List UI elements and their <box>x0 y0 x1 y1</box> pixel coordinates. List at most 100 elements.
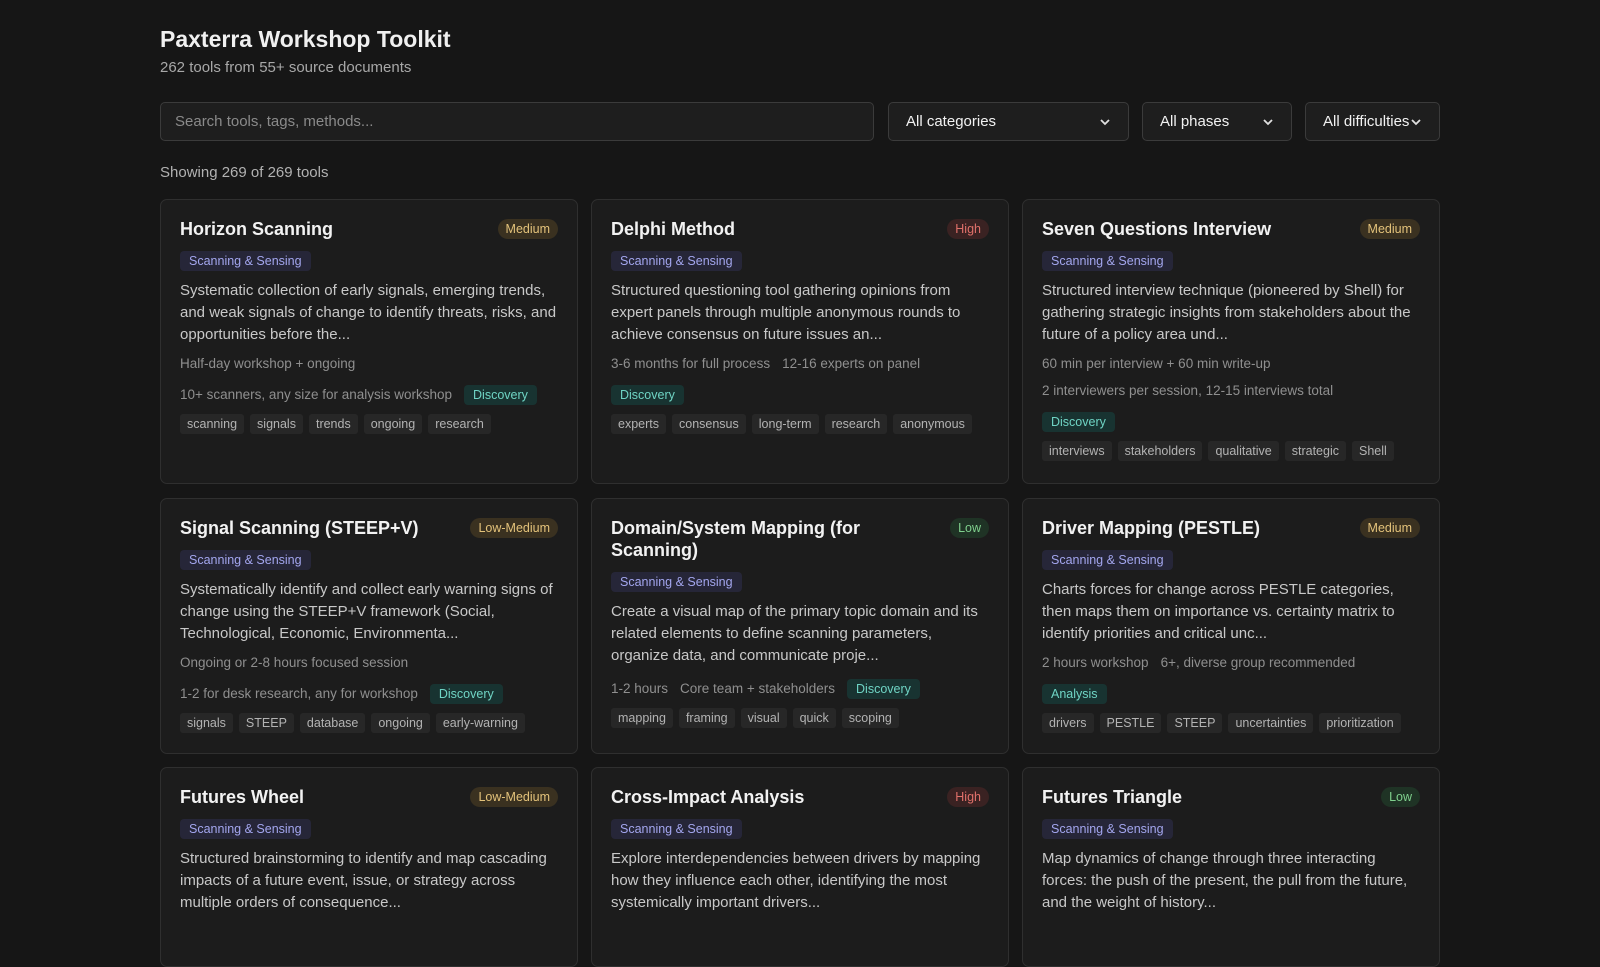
phase-badge: Discovery <box>464 385 537 405</box>
difficulty-select-value: All difficulties <box>1323 113 1410 130</box>
phase-badge: Discovery <box>429 684 503 704</box>
tag-chip[interactable]: uncertainties <box>1228 713 1314 733</box>
card-header: Delphi Method High <box>611 218 989 240</box>
tag-chip[interactable]: strategic <box>1284 441 1346 461</box>
card-description: Map dynamics of change through three int… <box>1042 850 1408 911</box>
card-duration: 2 hours workshop <box>1042 655 1149 670</box>
card-group-size: 1-2 for desk research, any for workshop <box>180 686 418 701</box>
tool-card[interactable]: Horizon Scanning Medium Scanning & Sensing… <box>160 199 578 484</box>
card-duration: 1-2 hours <box>611 681 669 696</box>
tag-chip[interactable]: stakeholders <box>1117 441 1203 461</box>
card-title: Cross-Impact Analysis <box>611 787 805 807</box>
difficulty-badge: Low-Medium <box>470 518 558 538</box>
tool-card[interactable]: Futures Wheel Low-Medium Scanning & Sensin… <box>160 767 578 967</box>
card-description: Create a visual map of the primary topic… <box>611 603 978 664</box>
tag-chip[interactable]: quick <box>792 708 836 728</box>
tag-chip[interactable]: PESTLE <box>1099 713 1162 733</box>
difficulty-badge: High <box>947 787 989 807</box>
tag-chip[interactable]: STEEP <box>238 713 294 733</box>
tag-chip[interactable]: ongoing <box>371 713 430 733</box>
tag-list: mapping framing visual quick scoping <box>611 708 989 728</box>
card-meta-row: 1-2 for desk research, any for workshop D… <box>180 684 558 704</box>
card-header: Domain/System Mapping (for Scanning) Low <box>611 517 989 561</box>
tag-chip[interactable]: visual <box>740 708 787 728</box>
card-title: Driver Mapping (PESTLE) <box>1042 518 1261 538</box>
tag-chip[interactable]: research <box>428 414 491 434</box>
tool-card[interactable]: Cross-Impact Analysis High Scanning & Sens… <box>591 767 1009 967</box>
tool-card[interactable]: Delphi Method High Scanning & Sensing Struc… <box>591 199 1009 484</box>
tool-card[interactable]: Futures Triangle Low Scanning & Sensing Map… <box>1022 767 1440 967</box>
category-badge: Scanning & Sensing <box>180 251 311 271</box>
tag-chip[interactable]: database <box>299 713 366 733</box>
card-phase-row: Discovery <box>1042 412 1420 432</box>
tag-chip[interactable]: signals <box>180 713 233 733</box>
difficulty-badge: Low-Medium <box>470 787 558 807</box>
chevron-down-icon <box>1263 118 1273 125</box>
tag-chip[interactable]: ongoing <box>363 414 423 434</box>
tag-chip[interactable]: mapping <box>611 708 673 728</box>
card-meta-row: 1-2 hours Core team + stakeholders Discove… <box>611 679 989 699</box>
card-description: Systematically identify and collect earl… <box>180 581 553 642</box>
tag-chip[interactable]: scoping <box>841 708 899 728</box>
search-input[interactable] <box>160 102 874 141</box>
card-header: Futures Wheel Low-Medium <box>180 786 558 808</box>
tool-card[interactable]: Seven Questions Interview Medium Scanning … <box>1022 199 1440 484</box>
page-subtitle: 262 tools from 55+ source documents <box>160 59 412 76</box>
tag-chip[interactable]: research <box>824 414 888 434</box>
card-header: Signal Scanning (STEEP+V) Low-Medium <box>180 517 558 539</box>
tag-chip[interactable]: signals <box>250 414 303 434</box>
phase-badge: Discovery <box>1042 412 1115 432</box>
phase-badge: Discovery <box>847 679 920 699</box>
tag-chip[interactable]: drivers <box>1042 713 1094 733</box>
card-description: Systematic collection of early signals, … <box>180 282 557 343</box>
phase-select[interactable]: All phases <box>1142 102 1292 141</box>
tag-list: experts consensus long-term research anonymo… <box>611 414 989 434</box>
category-select[interactable]: All categories <box>888 102 1129 141</box>
difficulty-badge: Medium <box>497 219 558 239</box>
tag-chip[interactable]: early-warning <box>435 713 525 733</box>
tag-chip[interactable]: prioritization <box>1319 713 1401 733</box>
difficulty-badge: Low <box>1381 787 1420 807</box>
tag-chip[interactable]: qualitative <box>1208 441 1279 461</box>
difficulty-badge: Medium <box>1359 219 1420 239</box>
card-duration: Ongoing or 2-8 hours focused session <box>180 655 409 670</box>
category-badge: Scanning & Sensing <box>611 819 742 839</box>
chevron-down-icon <box>1100 118 1110 125</box>
tag-chip[interactable]: interviews <box>1042 441 1112 461</box>
category-badge: Scanning & Sensing <box>180 819 311 839</box>
tag-chip[interactable]: trends <box>308 414 358 434</box>
card-description: Explore interdependencies between driver… <box>611 850 981 911</box>
tag-list: signals STEEP database ongoing early-warning <box>180 713 558 733</box>
tool-card[interactable]: Signal Scanning (STEEP+V) Low-Medium Scann… <box>160 498 578 754</box>
tag-chip[interactable]: Shell <box>1352 441 1394 461</box>
difficulty-badge: High <box>947 219 989 239</box>
category-badge: Scanning & Sensing <box>611 251 742 271</box>
tag-chip[interactable]: anonymous <box>893 414 972 434</box>
tool-card[interactable]: Driver Mapping (PESTLE) Medium Scanning & … <box>1022 498 1440 754</box>
tag-chip[interactable]: STEEP <box>1167 713 1223 733</box>
card-duration: Half-day workshop + ongoing <box>180 356 356 371</box>
page-title: Paxterra Workshop Toolkit <box>160 26 451 52</box>
tag-chip[interactable]: scanning <box>180 414 245 434</box>
card-group-size: 2 interviewers per session, 12-15 interv… <box>1042 383 1334 398</box>
card-header: Driver Mapping (PESTLE) Medium <box>1042 517 1420 539</box>
tool-card[interactable]: Domain/System Mapping (for Scanning) Low S… <box>591 498 1009 754</box>
tag-chip[interactable]: experts <box>611 414 666 434</box>
card-group-size: 10+ scanners, any size for analysis work… <box>180 387 453 402</box>
tag-chip[interactable]: framing <box>678 708 735 728</box>
card-group-size: 6+, diverse group recommended <box>1160 655 1356 670</box>
tag-list: drivers PESTLE STEEP uncertainties prioritiz… <box>1042 713 1420 733</box>
card-meta-row: 10+ scanners, any size for analysis work… <box>180 385 558 405</box>
card-title: Delphi Method <box>611 219 735 239</box>
difficulty-select[interactable]: All difficulties <box>1305 102 1440 141</box>
card-description: Charts forces for change across PESTLE c… <box>1042 581 1395 642</box>
card-group-size: 12-16 experts on panel <box>782 356 921 371</box>
category-select-value: All categories <box>906 113 997 130</box>
card-header: Cross-Impact Analysis High <box>611 786 989 808</box>
tag-chip[interactable]: long-term <box>751 414 819 434</box>
card-description: Structured brainstorming to identify and… <box>180 850 547 911</box>
difficulty-badge: Low <box>950 518 989 538</box>
category-badge: Scanning & Sensing <box>1042 251 1173 271</box>
tag-chip[interactable]: consensus <box>672 414 746 434</box>
chevron-down-icon <box>1411 118 1421 125</box>
